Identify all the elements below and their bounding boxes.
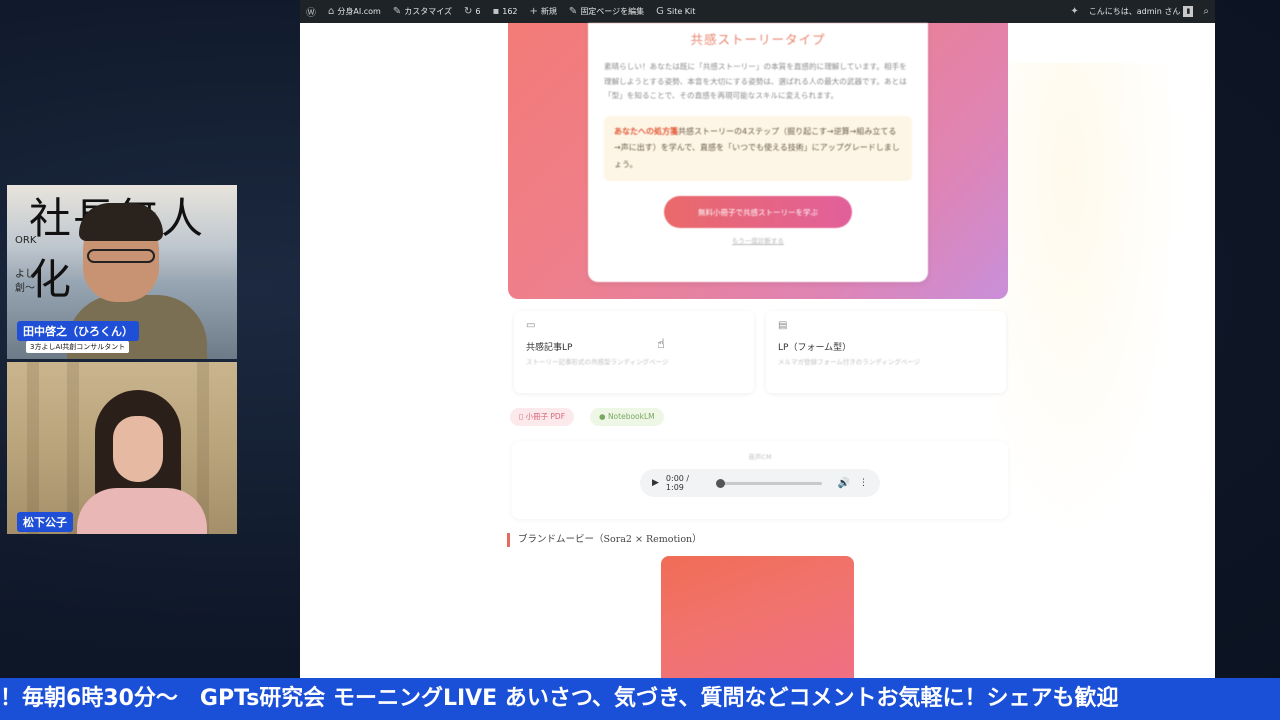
audio-card: 音声CM ▶ 0:00 / 1:09 🔊 ⋮ <box>512 441 1008 519</box>
pencil-icon: ✎ <box>568 6 578 17</box>
updates-link[interactable]: ↻ 6 <box>464 6 480 17</box>
guest-name-tag: 松下公子 <box>17 512 73 532</box>
notebooklm-chip[interactable]: ● NotebookLM <box>590 408 664 426</box>
lp-card-description: ストーリー記事形式の共感型ランディングページ <box>526 358 669 366</box>
search-icon: ⌕ <box>1203 6 1209 17</box>
audio-time: 0:00 / 1:09 <box>665 474 690 492</box>
free-booklet-button[interactable]: 無料小冊子で共感ストーリーを学ぶ <box>664 196 852 228</box>
avatar: ▮ <box>1183 6 1194 17</box>
live-ticker: ！毎朝6時30分〜 GPTs研究会 モーニングLIVE あいさつ、気づき、質問な… <box>0 678 1280 720</box>
hand-cursor-icon: ☝ <box>657 337 665 352</box>
more-options-icon[interactable]: ⋮ <box>859 478 868 488</box>
comment-icon: ▪ <box>492 6 500 17</box>
wordpress-logo-icon: Ⓦ <box>306 8 316 19</box>
play-icon[interactable]: ▶ <box>652 478 659 488</box>
host-hair <box>79 203 163 241</box>
curtain-fold <box>27 362 39 534</box>
comments-link[interactable]: ▪ 162 <box>492 6 517 17</box>
audio-player[interactable]: ▶ 0:00 / 1:09 🔊 ⋮ <box>640 469 880 497</box>
account-menu[interactable]: こんにちは、admin さん ▮ <box>1089 6 1194 17</box>
page-content: 共感ストーリータイプ 素晴らしい！あなたは既に「共感ストーリー」の本質を直感的に… <box>300 23 1215 678</box>
host-name-tag: 田中啓之（ひろくん） <box>17 321 139 341</box>
refresh-icon: ↻ <box>463 6 473 17</box>
curtain-fold <box>67 362 79 534</box>
prescription-box: あなたへの処方箋共感ストーリーの4ステップ（掘り起こす→逆算→組み立てる→声に出… <box>604 115 912 181</box>
result-description: 素晴らしい！あなたは既に「共感ストーリー」の本質を直感的に理解しています。相手を… <box>604 62 907 100</box>
guest-body <box>77 488 207 534</box>
guest-webcam: 松下公子 <box>7 362 237 534</box>
brush-icon: ✎ <box>392 6 402 17</box>
wp-admin-bar: Ⓦ ⌂ 分身AI.com ✎ カスタマイズ ↻ 6 ▪ 162 + 新規 ✎ 固定ページを編… <box>300 0 1215 23</box>
customize-link[interactable]: ✎ カスタマイズ <box>393 6 452 17</box>
guest-face <box>113 416 163 482</box>
brand-movie-video[interactable] <box>661 556 854 678</box>
poster-side-text: よし <box>15 269 35 280</box>
edit-page-link[interactable]: ✎ 固定ページを編集 <box>569 6 644 17</box>
audio-progress-bar[interactable] <box>715 478 822 488</box>
poster-side-text: ORK <box>15 235 37 246</box>
volume-icon[interactable]: 🔊 <box>838 478 850 489</box>
result-title: 共感ストーリータイプ <box>690 32 826 47</box>
lp-card-form[interactable]: ▤ LP（フォーム型） メルマガ登録フォーム付きのランディングページ <box>766 311 1006 393</box>
plus-icon: + <box>529 6 538 17</box>
lp-card-description: メルマガ登録フォーム付きのランディングページ <box>778 358 921 366</box>
result-hero: 共感ストーリータイプ 素晴らしい！あなたは既に「共感ストーリー」の本質を直感的に… <box>508 23 1008 299</box>
brand-movie-heading: ブランドムービー（Sora2 × Remotion） <box>507 533 702 547</box>
book-icon: ▭ <box>526 320 536 331</box>
audio-label: 音声CM <box>748 453 772 461</box>
memo-icon: ▤ <box>778 320 788 331</box>
host-glasses <box>87 249 155 263</box>
sparkle-icon: ✦ <box>1070 6 1079 17</box>
poster-side-text: 創〜 <box>15 283 35 294</box>
google-g-icon: G <box>656 6 664 17</box>
audio-progress-knob[interactable] <box>715 478 725 488</box>
search-button[interactable]: ⌕ <box>1203 6 1209 17</box>
lp-card-title: LP（フォーム型） <box>778 343 852 353</box>
host-webcam: 社長無人化 ORK よし 創〜 田中啓之（ひろくん） 3方よしAI共創コンサルタ… <box>7 185 237 359</box>
wp-logo-button[interactable]: Ⓦ <box>306 4 316 19</box>
notebook-icon: ● <box>599 412 608 421</box>
new-content-link[interactable]: + 新規 <box>530 6 557 17</box>
lp-card-story-article[interactable]: ▭ 共感記事LP ストーリー記事形式の共感型ランディングページ <box>514 311 754 393</box>
ai-sparkle-button[interactable]: ✦ <box>1070 6 1078 17</box>
prescription-label: あなたへの処方箋 <box>614 126 678 136</box>
browser-page: Ⓦ ⌂ 分身AI.com ✎ カスタマイズ ↻ 6 ▪ 162 + 新規 ✎ 固定ページを編… <box>300 0 1215 678</box>
lp-card-title: 共感記事LP <box>526 343 573 353</box>
home-icon: ⌂ <box>328 6 335 17</box>
site-kit-link[interactable]: G Site Kit <box>656 6 695 17</box>
host-title-tag: 3方よしAI共創コンサルタント <box>26 341 130 353</box>
retake-diagnosis-link[interactable]: もう一度診断する <box>604 235 912 245</box>
site-name-link[interactable]: ⌂ 分身AI.com <box>328 6 381 17</box>
booklet-pdf-chip[interactable]: ▯ 小冊子 PDF <box>510 408 575 426</box>
result-card: 共感ストーリータイプ 素晴らしい！あなたは既に「共感ストーリー」の本質を直感的に… <box>588 23 928 282</box>
